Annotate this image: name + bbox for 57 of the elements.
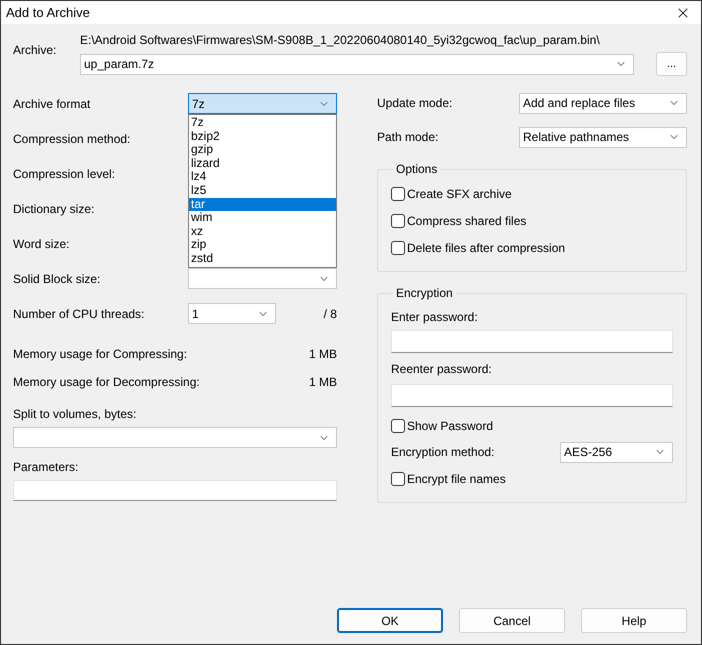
- dropdown-option[interactable]: xz: [188, 224, 336, 238]
- password-field[interactable]: [390, 330, 673, 353]
- dropdown-option[interactable]: zstd: [188, 252, 336, 266]
- checkbox-label: Create SFX archive: [406, 186, 512, 200]
- field-label: Update mode:: [376, 96, 452, 110]
- field-label: Archive:: [13, 43, 58, 57]
- dropdown-option[interactable]: gzip: [188, 143, 336, 157]
- field-label: Encryption method:: [390, 445, 494, 459]
- dropdown[interactable]: 1: [188, 303, 276, 324]
- dialog-button[interactable]: Help: [581, 608, 687, 633]
- checkbox-label: Compress shared files: [406, 214, 526, 228]
- archive-name-combo[interactable]: up_param.7z: [80, 54, 634, 74]
- checkbox[interactable]: [390, 214, 405, 228]
- dropdown-option[interactable]: tar: [188, 198, 336, 212]
- dropdown[interactable]: AES-256: [560, 442, 673, 462]
- dropdown-option[interactable]: lz4: [188, 170, 336, 184]
- window-title: Add to Archive: [6, 5, 90, 20]
- checkbox-label: Encrypt file names: [406, 472, 506, 486]
- group-title: Encryption: [394, 286, 454, 300]
- dialog-button[interactable]: OK: [337, 608, 443, 633]
- parameters-field[interactable]: [13, 480, 337, 501]
- dropdown-option[interactable]: wim: [188, 211, 336, 225]
- checkbox[interactable]: [390, 472, 405, 486]
- password-field[interactable]: [390, 384, 673, 407]
- field-label: Parameters:: [13, 460, 78, 474]
- browse-button[interactable]: ...: [656, 52, 687, 76]
- memory-value: 1 MB: [308, 375, 337, 389]
- field-label: Memory usage for Compressing:: [13, 347, 188, 361]
- field-label: Split to volumes, bytes:: [13, 407, 136, 421]
- field-label: Reenter password:: [390, 362, 492, 376]
- checkbox-label: Delete files after compression: [406, 240, 566, 254]
- archive-path: E:\Android Softwares\Firmwares\SM-S908B_1_20220604080140_5yi32gcwoq_fac\up_param.bin\: [80, 33, 601, 47]
- field-label: Dictionary size:: [13, 202, 94, 216]
- dialog-button[interactable]: Cancel: [459, 608, 565, 633]
- group-title: Options: [394, 162, 438, 176]
- field-label: Memory usage for Decompressing:: [13, 375, 200, 389]
- field-label: Enter password:: [390, 310, 478, 324]
- checkbox-label: Show Password: [406, 418, 494, 432]
- thread-count: / 8: [324, 306, 337, 320]
- field-label: Word size:: [13, 236, 70, 250]
- checkbox[interactable]: [390, 186, 405, 200]
- checkbox[interactable]: [390, 418, 405, 432]
- checkbox[interactable]: [390, 240, 405, 254]
- field-label: Path mode:: [376, 130, 438, 144]
- dropdown-option[interactable]: lizard: [188, 156, 336, 170]
- field-label: Archive format: [13, 96, 90, 110]
- memory-value: 1 MB: [308, 347, 337, 361]
- field-label: Number of CPU threads:: [13, 306, 144, 320]
- dropdown-option[interactable]: lz5: [188, 184, 336, 198]
- dropdown[interactable]: Relative pathnames: [519, 126, 687, 148]
- dropdown-option[interactable]: zip: [188, 238, 336, 252]
- field-label: Compression method:: [13, 132, 130, 146]
- dropdown-option[interactable]: bzip2: [188, 130, 336, 144]
- field-label: Solid Block size:: [13, 272, 100, 286]
- dropdown[interactable]: Add and replace files: [519, 92, 687, 114]
- dropdown-option[interactable]: 7z: [188, 116, 336, 130]
- field-label: Compression level:: [13, 166, 116, 180]
